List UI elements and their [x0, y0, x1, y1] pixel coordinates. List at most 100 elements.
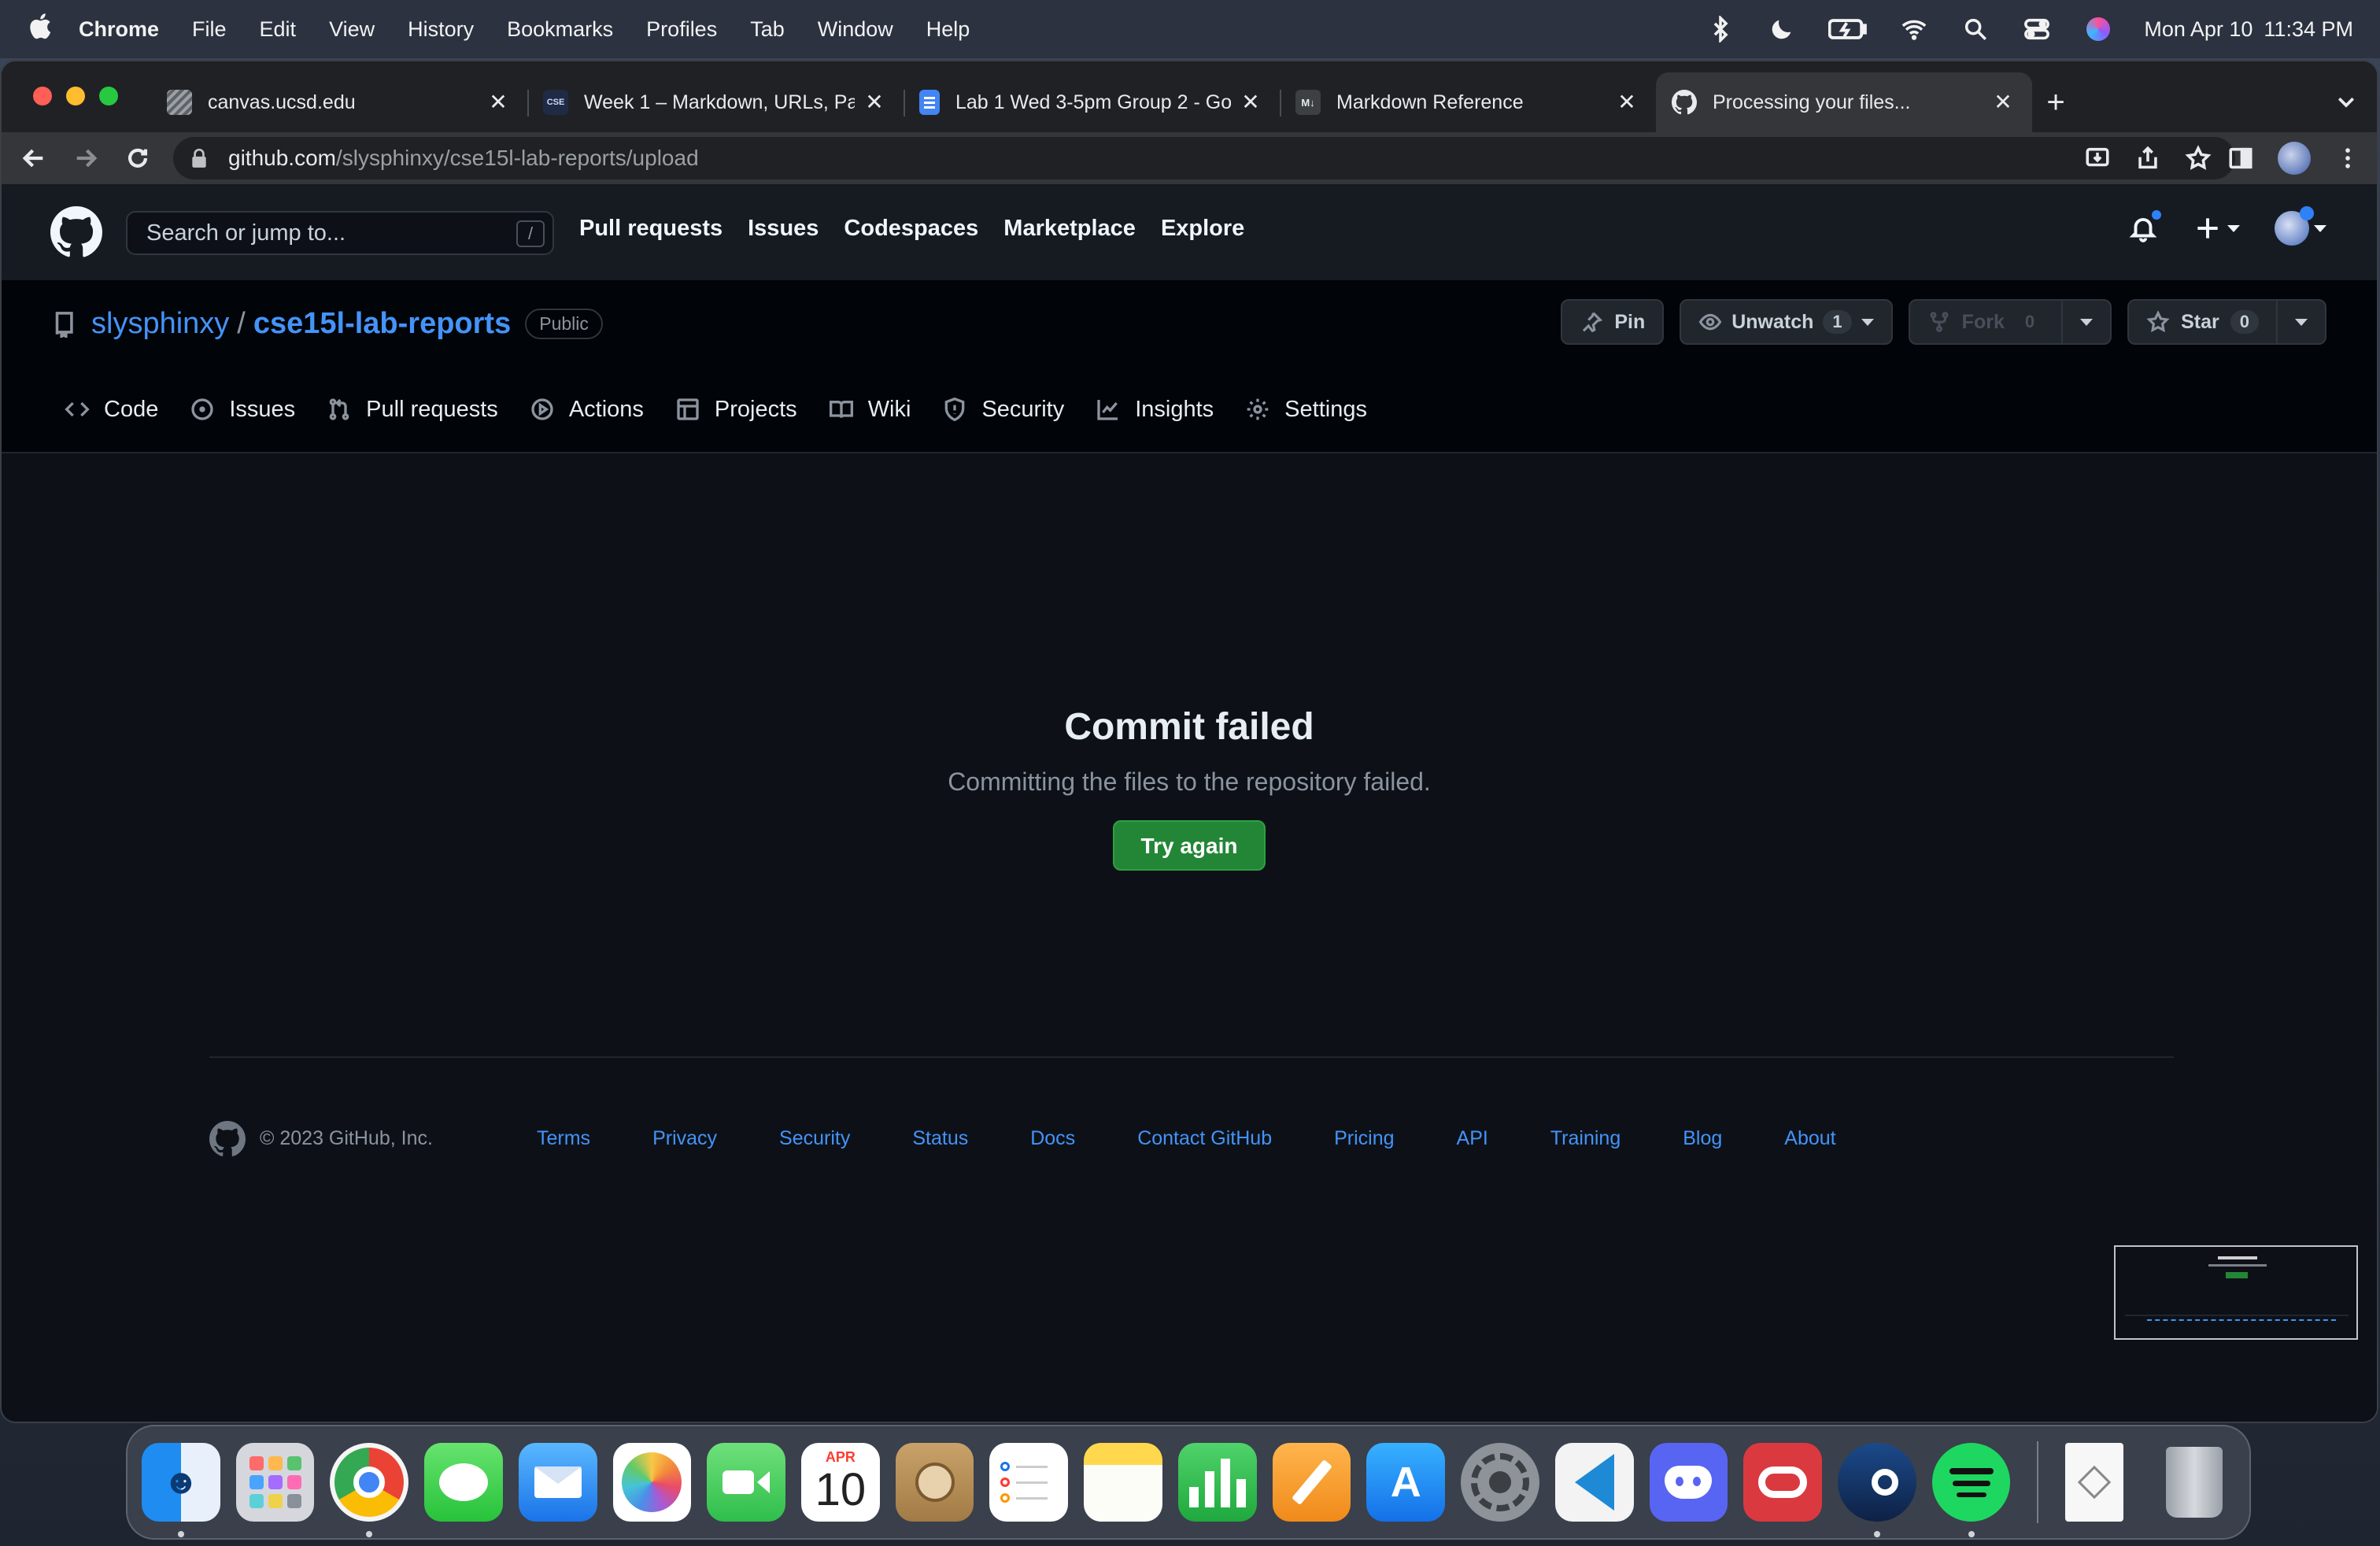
close-tab-icon[interactable]: ✕	[486, 91, 510, 114]
footer-link-training[interactable]: Training	[1550, 1127, 1621, 1150]
photos-icon[interactable]	[612, 1443, 692, 1522]
discord-icon[interactable]	[1649, 1443, 1728, 1522]
nav-explore[interactable]: Explore	[1161, 216, 1244, 242]
notifications-button[interactable]	[2128, 209, 2163, 243]
siri-icon[interactable]	[2082, 13, 2114, 45]
unwatch-button[interactable]: Unwatch 1	[1680, 299, 1893, 345]
reload-button[interactable]	[112, 132, 164, 184]
footer-link-blog[interactable]: Blog	[1683, 1127, 1722, 1150]
footer-link-status[interactable]: Status	[912, 1127, 968, 1150]
numbers-icon[interactable]	[1177, 1443, 1257, 1522]
footer-link-pricing[interactable]: Pricing	[1334, 1127, 1394, 1150]
footer-link-contact[interactable]: Contact GitHub	[1137, 1127, 1272, 1150]
footer-link-privacy[interactable]: Privacy	[652, 1127, 717, 1150]
tab-projects[interactable]: Projects	[660, 387, 813, 431]
bluetooth-icon[interactable]	[1705, 13, 1736, 45]
spotify-icon[interactable]	[1931, 1443, 2011, 1537]
tab-insights[interactable]: Insights	[1080, 387, 1229, 431]
document-icon[interactable]	[2065, 1443, 2124, 1522]
close-tab-icon[interactable]: ✕	[1991, 91, 2015, 114]
expressvpn-icon[interactable]	[1743, 1443, 1822, 1522]
github-logo-icon[interactable]	[50, 206, 103, 258]
messages-icon[interactable]	[424, 1443, 503, 1522]
menu-edit[interactable]: Edit	[260, 17, 297, 42]
install-app-icon[interactable]	[2084, 145, 2111, 172]
apple-icon[interactable]	[0, 11, 79, 48]
create-new-button[interactable]	[2193, 213, 2240, 243]
tab-actions[interactable]: Actions	[514, 387, 660, 431]
fork-dropdown-button[interactable]	[2061, 301, 2110, 343]
tab-search-chevron-icon[interactable]	[2334, 90, 2358, 113]
menu-profiles[interactable]: Profiles	[646, 17, 717, 42]
address-bar[interactable]: github.com/slysphinxy/cse15l-lab-reports…	[173, 137, 2235, 179]
contacts-icon[interactable]	[895, 1443, 974, 1522]
repo-owner-link[interactable]: slysphinxy	[91, 307, 229, 341]
spotlight-search-icon[interactable]	[1960, 13, 1991, 45]
nav-marketplace[interactable]: Marketplace	[1003, 216, 1136, 242]
tab-canvas[interactable]: canvas.ucsd.edu ✕	[151, 72, 527, 132]
search-input[interactable]: Search or jump to... /	[126, 211, 554, 255]
footer-link-api[interactable]: API	[1457, 1127, 1488, 1150]
back-button[interactable]	[8, 132, 60, 184]
calendar-icon[interactable]: APR 10	[801, 1443, 880, 1522]
tab-markdown-reference[interactable]: M↓ Markdown Reference ✕	[1280, 72, 1656, 132]
steam-icon[interactable]	[1837, 1443, 1916, 1537]
side-panel-icon[interactable]	[2227, 145, 2254, 172]
close-tab-icon[interactable]: ✕	[1615, 91, 1639, 114]
tab-wiki[interactable]: Wiki	[813, 387, 927, 431]
forward-button[interactable]	[60, 132, 112, 184]
launchpad-icon[interactable]	[235, 1443, 315, 1522]
tab-week1[interactable]: CSE Week 1 – Markdown, URLs, Pat ✕	[527, 72, 904, 132]
star-lists-dropdown-button[interactable]	[2276, 301, 2325, 343]
pin-button[interactable]: Pin	[1561, 299, 1665, 345]
footer-link-about[interactable]: About	[1784, 1127, 1835, 1150]
control-center-icon[interactable]	[2021, 13, 2053, 45]
nav-pull-requests[interactable]: Pull requests	[579, 216, 722, 242]
menu-bookmarks[interactable]: Bookmarks	[507, 17, 613, 42]
menubar-clock[interactable]: Mon Apr 10 11:34 PM	[2144, 17, 2353, 42]
menu-help[interactable]: Help	[926, 17, 970, 42]
github-footer-logo-icon[interactable]	[209, 1121, 246, 1157]
mail-icon[interactable]	[518, 1443, 597, 1522]
wifi-icon[interactable]	[1898, 13, 1930, 45]
fullscreen-window-button[interactable]	[99, 87, 118, 105]
tab-settings[interactable]: Settings	[1229, 387, 1383, 431]
tab-issues[interactable]: Issues	[174, 387, 311, 431]
tab-security[interactable]: Security	[926, 387, 1080, 431]
more-vertical-icon[interactable]	[2334, 145, 2361, 172]
close-tab-icon[interactable]: ✕	[1239, 91, 1262, 114]
menu-file[interactable]: File	[192, 17, 227, 42]
footer-link-terms[interactable]: Terms	[537, 1127, 590, 1150]
new-tab-button[interactable]: +	[2032, 72, 2079, 132]
vscode-icon[interactable]	[1554, 1443, 1634, 1522]
battery-icon[interactable]	[1828, 13, 1868, 45]
close-window-button[interactable]	[33, 87, 52, 105]
minimize-window-button[interactable]	[66, 87, 85, 105]
try-again-button[interactable]: Try again	[1112, 820, 1266, 871]
trash-icon[interactable]	[2155, 1443, 2234, 1522]
menu-app-name[interactable]: Chrome	[79, 17, 159, 42]
menu-tab[interactable]: Tab	[750, 17, 785, 42]
menu-window[interactable]: Window	[818, 17, 893, 42]
focus-moon-icon[interactable]	[1766, 13, 1798, 45]
tab-pull-requests[interactable]: Pull requests	[311, 387, 514, 431]
profile-avatar[interactable]	[2278, 142, 2311, 175]
notes-icon[interactable]	[1084, 1443, 1162, 1522]
nav-codespaces[interactable]: Codespaces	[844, 216, 978, 242]
fork-button[interactable]: Fork 0	[1908, 299, 2112, 345]
user-menu-button[interactable]	[2275, 206, 2326, 246]
tab-processing-files[interactable]: Processing your files... ✕	[1656, 72, 2032, 132]
lock-icon[interactable]	[190, 148, 209, 168]
footer-link-docs[interactable]: Docs	[1030, 1127, 1075, 1150]
pages-icon[interactable]	[1272, 1443, 1351, 1522]
star-button[interactable]: Star 0	[2127, 299, 2326, 345]
facetime-icon[interactable]	[707, 1443, 786, 1522]
menu-history[interactable]: History	[408, 17, 474, 42]
tab-lab1-doc[interactable]: Lab 1 Wed 3-5pm Group 2 - Go ✕	[904, 72, 1280, 132]
reminders-icon[interactable]	[989, 1443, 1069, 1522]
app-store-icon[interactable]: A	[1366, 1443, 1446, 1522]
nav-issues[interactable]: Issues	[748, 216, 819, 242]
menu-view[interactable]: View	[329, 17, 375, 42]
finder-icon[interactable]: ☻	[142, 1443, 220, 1537]
close-tab-icon[interactable]: ✕	[863, 91, 886, 114]
